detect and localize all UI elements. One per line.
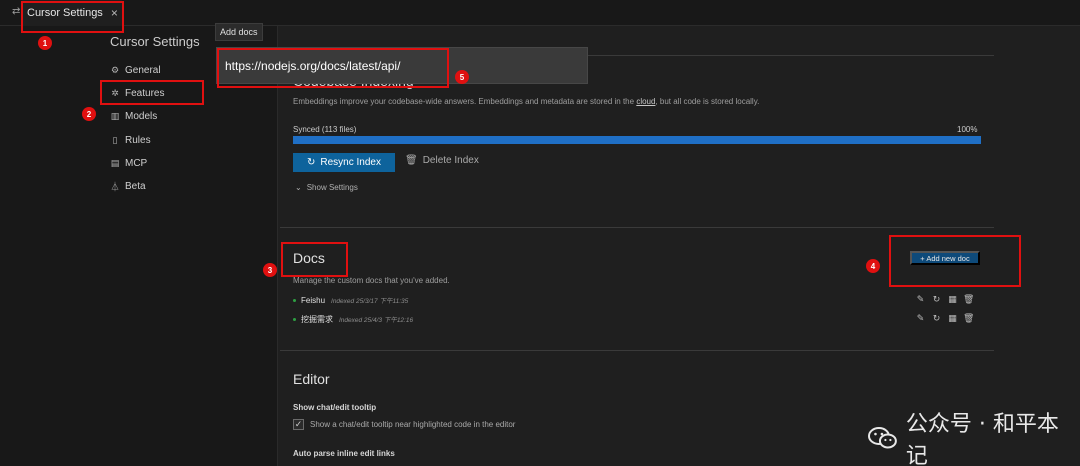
chevron-down-icon: ⌄	[295, 183, 302, 192]
server-icon: ▤	[110, 157, 120, 168]
doc-name: 挖掘需求	[301, 314, 333, 324]
sidebar-item-beta[interactable]: ⏃ Beta	[108, 177, 146, 195]
sidebar-item-models[interactable]: ▥ Models	[108, 107, 158, 125]
watermark-text: 公众号 · 和平本记	[905, 412, 1059, 466]
table-icon[interactable]: ▦	[947, 294, 958, 305]
trash-icon: 🗑	[405, 155, 418, 166]
sidebar-title: Cursor Settings	[110, 34, 200, 49]
sidebar-item-label: Models	[125, 110, 158, 122]
refresh-icon: ↻	[307, 157, 316, 168]
doc-actions: ✎ ↻ ▦ 🗑	[915, 313, 975, 324]
sync-percent: 100%	[957, 125, 978, 134]
doc-indexed-time: Indexed 25/3/17 下午11:35	[331, 298, 409, 305]
doc-list-item: Feishu Indexed 25/3/17 下午11:35	[293, 294, 408, 306]
annotation-box	[281, 242, 348, 277]
annotation-badge: 2	[82, 107, 96, 121]
sidebar-item-label: Rules	[125, 134, 151, 146]
sidebar-item-label: Beta	[125, 180, 146, 192]
flask-icon: ⏃	[110, 181, 120, 192]
watermark: 公众号 · 和平本记	[868, 406, 1080, 466]
chat-tooltip-setting: ✓ Show a chat/edit tooltip near highligh…	[293, 419, 515, 430]
sidebar-item-rules[interactable]: ▯ Rules	[108, 131, 151, 149]
split-arrows-icon[interactable]: ⇄	[12, 6, 20, 17]
annotation-badge: 1	[38, 36, 52, 50]
sidebar-item-general[interactable]: ⚙ General	[108, 61, 161, 79]
add-docs-tooltip: Add docs	[215, 23, 263, 41]
annotation-box	[217, 48, 449, 88]
synced-status: Synced (113 files)	[293, 125, 357, 134]
annotation-box	[21, 1, 124, 33]
show-settings-toggle[interactable]: ⌄ Show Settings	[295, 183, 358, 192]
edit-icon[interactable]: ✎	[915, 294, 926, 305]
sidebar-item-label: General	[125, 64, 161, 76]
doc-actions: ✎ ↻ ▦ 🗑	[915, 294, 975, 305]
section-divider	[280, 227, 994, 228]
sidebar-item-label: MCP	[125, 157, 148, 169]
docs-description: Manage the custom docs that you've added…	[293, 276, 450, 285]
indexing-description: Embeddings improve your codebase-wide an…	[293, 97, 760, 106]
panel-divider	[277, 26, 278, 466]
status-dot	[293, 317, 296, 321]
trash-icon[interactable]: 🗑	[963, 313, 974, 324]
setting-label: Auto parse inline edit links	[293, 449, 395, 458]
doc-indexed-time: Indexed 25/4/3 下午12:16	[339, 317, 414, 324]
doc-name: Feishu	[301, 295, 326, 305]
annotation-badge: 4	[866, 259, 880, 273]
trash-icon[interactable]: 🗑	[963, 294, 974, 305]
refresh-icon[interactable]: ↻	[931, 294, 942, 305]
section-divider	[280, 350, 994, 351]
resync-index-button[interactable]: ↻ Resync Index	[293, 153, 395, 172]
cloud-link[interactable]: cloud	[636, 97, 655, 106]
status-dot	[293, 298, 296, 302]
doc-list-item: 挖掘需求 Indexed 25/4/3 下午12:16	[293, 313, 413, 325]
chart-icon: ▥	[110, 110, 120, 121]
editor-section-title: Editor	[293, 371, 330, 387]
annotation-box	[889, 235, 1021, 287]
annotation-badge: 3	[263, 263, 277, 277]
annotation-badge: 5	[455, 70, 469, 84]
progress-fill	[293, 136, 981, 144]
wechat-icon	[868, 427, 897, 449]
table-icon[interactable]: ▦	[947, 313, 958, 324]
document-icon: ▯	[112, 134, 118, 145]
edit-icon[interactable]: ✎	[915, 313, 926, 324]
tab-bar: ⇄ Cursor Settings ×	[0, 0, 1080, 26]
index-progress-bar	[293, 136, 981, 144]
gear-icon: ⚙	[110, 64, 120, 75]
chat-tooltip-checkbox[interactable]: ✓	[293, 419, 304, 430]
annotation-box	[100, 80, 204, 105]
refresh-icon[interactable]: ↻	[931, 313, 942, 324]
checkbox-label: Show a chat/edit tooltip near highlighte…	[310, 420, 516, 429]
delete-index-button[interactable]: 🗑 Delete Index	[405, 155, 479, 166]
setting-label: Show chat/edit tooltip	[293, 403, 377, 412]
sidebar-item-mcp[interactable]: ▤ MCP	[108, 154, 148, 172]
